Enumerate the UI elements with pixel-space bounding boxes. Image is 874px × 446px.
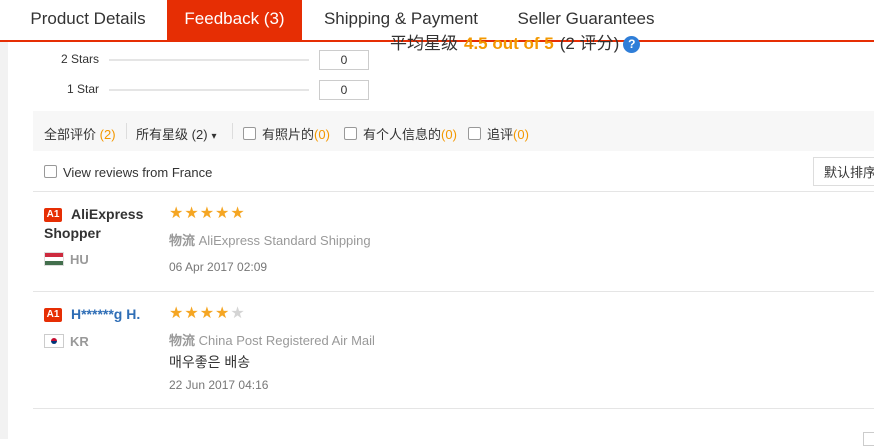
summary-score: 4.5 out of 5: [464, 34, 554, 53]
rating-summary: 平均星级 4.5 out of 5 (2 评分)?: [390, 29, 641, 54]
star-row-label: 2 Stars: [60, 52, 99, 66]
left-rail: [0, 42, 8, 439]
shipping-label: 物流: [169, 333, 196, 348]
star-rating: ★★★★★: [169, 306, 246, 322]
help-icon[interactable]: ?: [623, 36, 641, 54]
filter-info-label: 有个人信息的: [363, 127, 442, 142]
hungary-flag-icon: [44, 252, 64, 266]
filter-ratings-count: (2): [191, 127, 208, 142]
checkbox[interactable]: [468, 127, 481, 140]
divider: [126, 123, 127, 139]
shipping-method: 物流 China Post Registered Air Mail: [169, 330, 375, 349]
star-row-label: 1 Star: [66, 82, 99, 96]
buyer-level-badge: A1: [44, 308, 62, 322]
reviewer-name: AliExpress: [71, 206, 144, 222]
divider: [33, 191, 874, 192]
filter-photos-label: 有照片的: [262, 127, 315, 142]
tab-product-details[interactable]: Product Details: [14, 0, 162, 40]
filter-info-count: (0): [441, 127, 457, 142]
star-row-count: 0: [319, 50, 369, 70]
star-row-count: 0: [319, 80, 369, 100]
star-row-bar: [109, 59, 309, 61]
review-comment: 매우좋은 배송: [169, 354, 251, 370]
reviewer-name[interactable]: H******g H.: [71, 305, 140, 324]
review-date: 06 Apr 2017 02:09: [169, 260, 268, 274]
review-filter-bar: 全部评价 (2) 所有星级 (2) ▾ 有照片的(0) 有个人信息的(0) 追评(…: [33, 111, 874, 151]
shipping-method: 物流 AliExpress Standard Shipping: [169, 230, 371, 249]
divider: [232, 123, 233, 139]
checkbox[interactable]: [44, 165, 57, 178]
checkbox[interactable]: [344, 127, 357, 140]
star-rating: ★★★★★: [169, 206, 246, 222]
filter-with-photos[interactable]: 有照片的(0): [243, 124, 330, 143]
reviewer-country: HU: [70, 252, 89, 267]
filter-additional-count: (0): [513, 127, 529, 142]
reviewer-name-line2: Shopper: [44, 225, 101, 241]
star-icon: ★★★★: [169, 305, 231, 322]
shipping-label: 物流: [169, 233, 196, 248]
star-row-bar: [109, 89, 309, 91]
summary-label: 平均星级: [390, 34, 458, 53]
summary-count: (2 评分): [559, 34, 620, 53]
pagination-control[interactable]: [863, 432, 874, 446]
review-date: 22 Jun 2017 04:16: [169, 378, 269, 392]
filter-all-reviews[interactable]: 全部评价 (2): [44, 124, 116, 143]
star-empty-icon: ★: [230, 305, 246, 322]
filter-all-label: 全部评价: [44, 127, 97, 142]
filter-all-count: (2): [99, 127, 116, 142]
star-icon: ★★★★★: [169, 205, 246, 222]
filter-photos-count: (0): [314, 127, 330, 142]
filter-additional-label: 追评: [487, 127, 514, 142]
divider: [33, 408, 874, 409]
shipping-value: China Post Registered Air Mail: [198, 333, 375, 348]
reviewer-country: KR: [70, 334, 89, 349]
south-korea-flag-icon: [44, 334, 64, 348]
country-filter-label: View reviews from France: [63, 165, 213, 180]
filter-additional-feedback[interactable]: 追评(0): [468, 124, 529, 143]
divider: [33, 291, 874, 292]
sort-dropdown[interactable]: 默认排序: [813, 157, 874, 186]
filter-with-personal-info[interactable]: 有个人信息的(0): [344, 124, 457, 143]
chevron-down-icon: ▾: [211, 131, 217, 142]
country-filter[interactable]: View reviews from France: [44, 165, 212, 180]
shipping-value: AliExpress Standard Shipping: [198, 233, 371, 248]
buyer-level-badge: A1: [44, 208, 62, 222]
checkbox[interactable]: [243, 127, 256, 140]
filter-star-dropdown[interactable]: 所有星级 (2) ▾: [136, 124, 217, 143]
tab-feedback[interactable]: Feedback (3): [167, 0, 302, 40]
filter-ratings-label: 所有星级: [136, 127, 189, 142]
